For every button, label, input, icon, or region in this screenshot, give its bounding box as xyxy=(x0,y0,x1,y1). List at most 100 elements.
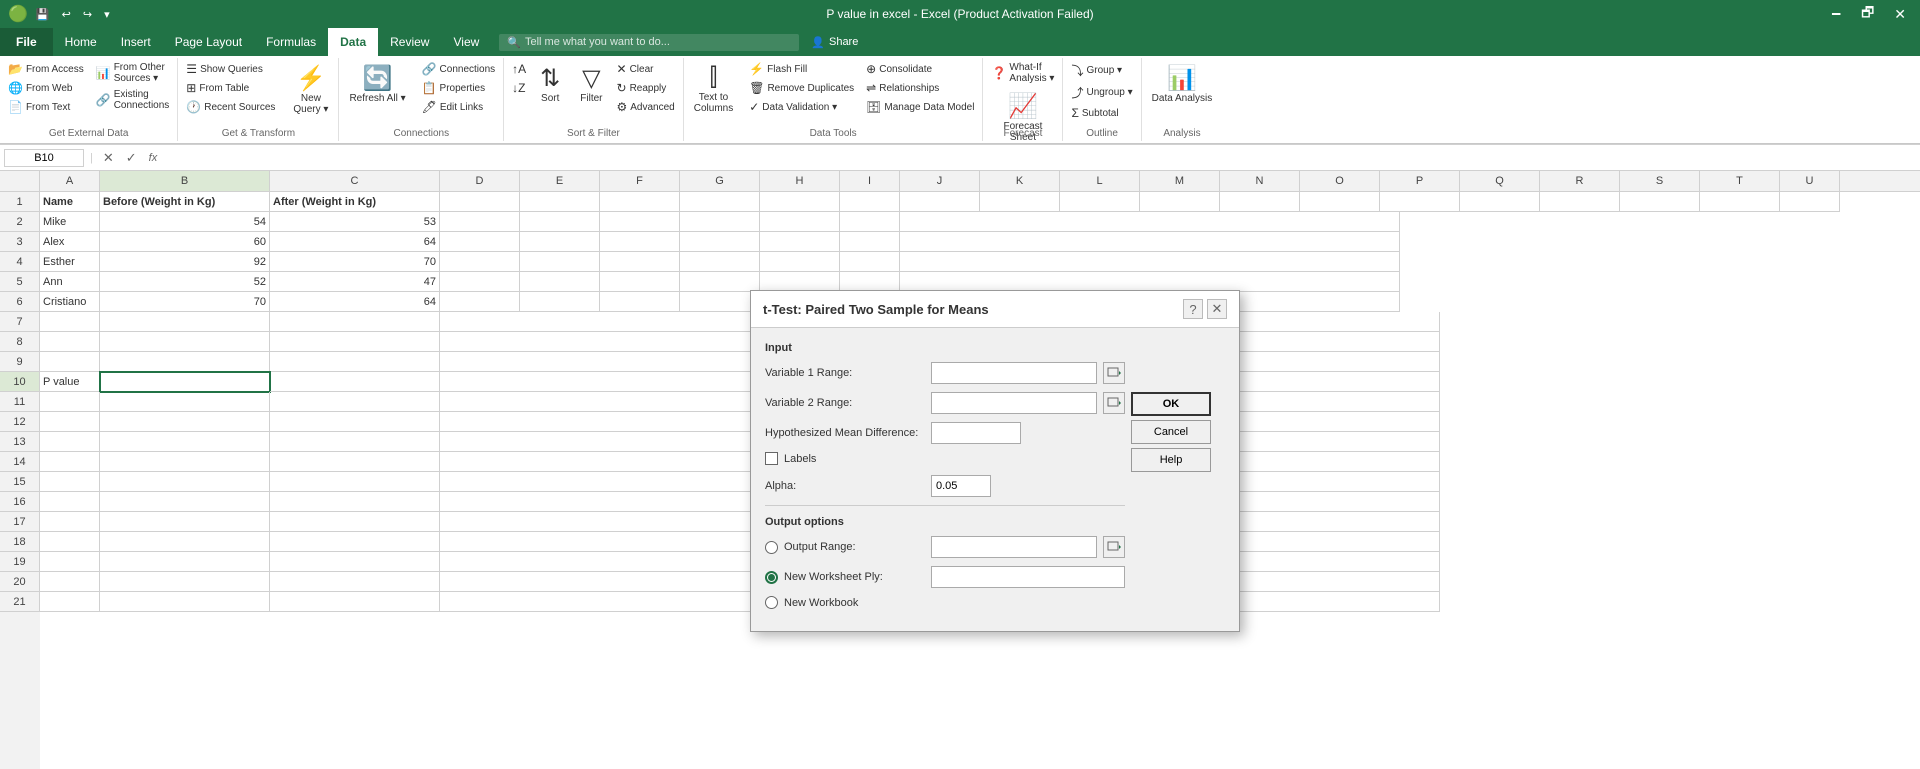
cell-u1[interactable] xyxy=(1780,192,1840,212)
output-range-radio[interactable] xyxy=(765,541,778,554)
cell-b5[interactable]: 52 xyxy=(100,272,270,292)
data-analysis-btn[interactable]: 📊 Data Analysis xyxy=(1146,60,1219,108)
cell-a8[interactable] xyxy=(40,332,100,352)
cell-j1[interactable] xyxy=(900,192,980,212)
row-header-3[interactable]: 3 xyxy=(0,232,40,252)
recent-sources-btn[interactable]: 🕐 Recent Sources xyxy=(182,98,279,116)
restore-btn[interactable]: 🗗 xyxy=(1855,0,1880,28)
row-header-17[interactable]: 17 xyxy=(0,512,40,532)
cell-t1[interactable] xyxy=(1700,192,1780,212)
what-if-btn[interactable]: ❓ What-IfAnalysis ▾ xyxy=(987,60,1058,86)
new-query-btn[interactable]: ⚡ NewQuery ▾ xyxy=(287,60,334,119)
cell-q1[interactable] xyxy=(1460,192,1540,212)
cell-b8[interactable] xyxy=(100,332,270,352)
row-header-7[interactable]: 7 xyxy=(0,312,40,332)
output-range-btn[interactable] xyxy=(1103,536,1125,558)
cell-h4[interactable] xyxy=(760,252,840,272)
col-header-k[interactable]: K xyxy=(980,171,1060,191)
cell-rest3[interactable] xyxy=(900,232,1400,252)
cell-d5[interactable] xyxy=(440,272,520,292)
cell-c7[interactable] xyxy=(270,312,440,332)
cell-a4[interactable]: Esther xyxy=(40,252,100,272)
cell-c5[interactable]: 47 xyxy=(270,272,440,292)
col-header-j[interactable]: J xyxy=(900,171,980,191)
filter-btn[interactable]: ▽ Filter xyxy=(574,60,608,108)
cell-b10[interactable] xyxy=(100,372,270,392)
cell-f2[interactable] xyxy=(600,212,680,232)
col-header-r[interactable]: R xyxy=(1540,171,1620,191)
new-worksheet-radio[interactable] xyxy=(765,571,778,584)
cell-b3[interactable]: 60 xyxy=(100,232,270,252)
cell-d6[interactable] xyxy=(440,292,520,312)
cell-h3[interactable] xyxy=(760,232,840,252)
cell-e6[interactable] xyxy=(520,292,600,312)
cell-h1[interactable] xyxy=(760,192,840,212)
cell-c1[interactable]: After (Weight in Kg) xyxy=(270,192,440,212)
row-header-9[interactable]: 9 xyxy=(0,352,40,372)
advanced-btn[interactable]: ⚙ Advanced xyxy=(613,98,679,116)
text-to-columns-btn[interactable]: ⫿ Text toColumns xyxy=(688,60,739,118)
cell-c8[interactable] xyxy=(270,332,440,352)
row-header-18[interactable]: 18 xyxy=(0,532,40,552)
row-header-12[interactable]: 12 xyxy=(0,412,40,432)
cell-f1[interactable] xyxy=(600,192,680,212)
sort-btn[interactable]: ⇅ Sort xyxy=(534,60,566,108)
tab-insert[interactable]: Insert xyxy=(109,28,163,56)
cell-i3[interactable] xyxy=(840,232,900,252)
cell-o1[interactable] xyxy=(1300,192,1380,212)
row-header-6[interactable]: 6 xyxy=(0,292,40,312)
manage-data-model-btn[interactable]: 🗄 Manage Data Model xyxy=(862,98,978,116)
new-workbook-radio[interactable] xyxy=(765,596,778,609)
share-btn[interactable]: 👤 Share xyxy=(811,36,858,49)
cell-i4[interactable] xyxy=(840,252,900,272)
cell-g6[interactable] xyxy=(680,292,760,312)
cell-e1[interactable] xyxy=(520,192,600,212)
sort-za-btn[interactable]: ↓Z xyxy=(508,79,530,97)
col-header-q[interactable]: Q xyxy=(1460,171,1540,191)
redo-qa-btn[interactable]: ↪ xyxy=(79,6,96,23)
cell-m1[interactable] xyxy=(1140,192,1220,212)
cell-c3[interactable]: 64 xyxy=(270,232,440,252)
col-header-g[interactable]: G xyxy=(680,171,760,191)
col-header-a[interactable]: A xyxy=(40,171,100,191)
cell-p1[interactable] xyxy=(1380,192,1460,212)
row-header-15[interactable]: 15 xyxy=(0,472,40,492)
variable1-input[interactable] xyxy=(931,362,1097,384)
cell-e2[interactable] xyxy=(520,212,600,232)
properties-btn[interactable]: 📋 Properties xyxy=(418,79,500,97)
cell-b7[interactable] xyxy=(100,312,270,332)
refresh-all-btn[interactable]: 🔄 Refresh All ▾ xyxy=(343,60,411,108)
clear-btn[interactable]: ✕ Clear xyxy=(613,60,679,78)
cell-g3[interactable] xyxy=(680,232,760,252)
row-header-13[interactable]: 13 xyxy=(0,432,40,452)
tab-formulas[interactable]: Formulas xyxy=(254,28,328,56)
cell-b2[interactable]: 54 xyxy=(100,212,270,232)
cell-rest4[interactable] xyxy=(900,252,1400,272)
flash-fill-btn[interactable]: ⚡ Flash Fill xyxy=(745,60,858,78)
cancel-button[interactable]: Cancel xyxy=(1131,420,1211,444)
cell-l1[interactable] xyxy=(1060,192,1140,212)
tab-home[interactable]: Home xyxy=(53,28,109,56)
from-web-btn[interactable]: 🌐 From Web xyxy=(4,79,88,97)
cell-d2[interactable] xyxy=(440,212,520,232)
confirm-formula-btn[interactable]: ✓ xyxy=(122,148,141,168)
row-header-1[interactable]: 1 xyxy=(0,192,40,212)
cell-a5[interactable]: Ann xyxy=(40,272,100,292)
cell-d3[interactable] xyxy=(440,232,520,252)
col-header-f[interactable]: F xyxy=(600,171,680,191)
col-header-n[interactable]: N xyxy=(1220,171,1300,191)
cell-g4[interactable] xyxy=(680,252,760,272)
consolidate-btn[interactable]: ⊕ Consolidate xyxy=(862,60,978,78)
row-header-2[interactable]: 2 xyxy=(0,212,40,232)
close-btn[interactable]: ✕ xyxy=(1888,4,1912,25)
col-header-l[interactable]: L xyxy=(1060,171,1140,191)
row-header-14[interactable]: 14 xyxy=(0,452,40,472)
cell-c4[interactable]: 70 xyxy=(270,252,440,272)
tab-file[interactable]: File xyxy=(0,28,53,56)
row-header-10[interactable]: 10 xyxy=(0,372,40,392)
col-header-s[interactable]: S xyxy=(1620,171,1700,191)
row-header-16[interactable]: 16 xyxy=(0,492,40,512)
variable2-range-btn[interactable] xyxy=(1103,392,1125,414)
cell-k1[interactable] xyxy=(980,192,1060,212)
col-header-c[interactable]: C xyxy=(270,171,440,191)
